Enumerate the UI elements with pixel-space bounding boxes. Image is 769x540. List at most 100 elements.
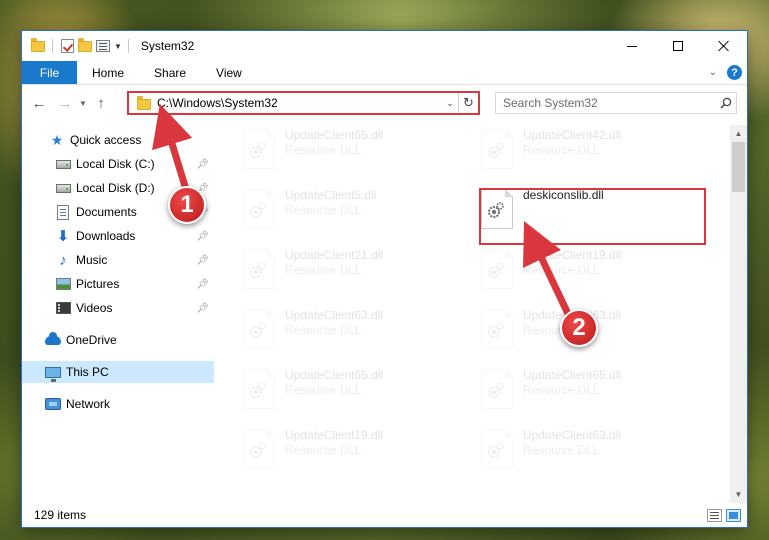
view-options-icon[interactable] bbox=[95, 38, 111, 54]
details-view-icon[interactable] bbox=[707, 509, 722, 522]
search-icon[interactable] bbox=[716, 97, 736, 109]
file-name: UpdateClient63.dll bbox=[285, 308, 384, 322]
file-type: Resource DLL bbox=[523, 383, 600, 397]
file-item[interactable]: UpdateClient63.dllResource DLL bbox=[214, 305, 444, 355]
file-item[interactable]: UpdateClient5.dll Resource DLL bbox=[214, 185, 444, 235]
scroll-thumb[interactable] bbox=[732, 142, 745, 192]
sidebar-item-label: OneDrive bbox=[66, 333, 117, 347]
sidebar-item-label: Quick access bbox=[70, 133, 142, 147]
address-dropdown-icon[interactable]: ⌄ bbox=[442, 98, 458, 109]
address-path[interactable]: C:\Windows\System32 bbox=[157, 96, 442, 110]
tab-view[interactable]: View bbox=[201, 61, 257, 84]
star-icon: ★ bbox=[50, 131, 64, 148]
expand-ribbon-chevron-icon[interactable]: ⌄ bbox=[709, 67, 717, 78]
toolbar-divider bbox=[52, 39, 53, 53]
sidebar-item-downloads[interactable]: ⬇ Downloads 📌︎ bbox=[22, 225, 214, 247]
minimize-button[interactable] bbox=[609, 31, 655, 61]
file-type: Resource DLL bbox=[523, 443, 600, 457]
dll-file-icon bbox=[243, 369, 275, 409]
file-name: UpdateClient21.dll bbox=[285, 248, 384, 262]
file-item[interactable]: UpdateClient19.dll Resource DLL bbox=[452, 245, 682, 295]
view-toggle bbox=[707, 509, 741, 522]
scroll-down-icon[interactable]: ▼ bbox=[730, 486, 747, 503]
sidebar-item-local-disk-c[interactable]: Local Disk (C:) 📌︎ bbox=[22, 153, 214, 175]
close-button[interactable] bbox=[701, 31, 747, 61]
help-icon[interactable]: ? bbox=[727, 65, 742, 80]
tab-file[interactable]: File bbox=[22, 61, 77, 84]
forward-button[interactable]: → bbox=[54, 92, 76, 114]
sidebar-item-label: Downloads bbox=[76, 229, 136, 243]
back-button[interactable]: ← bbox=[28, 92, 50, 114]
sidebar-item-this-pc[interactable]: This PC bbox=[22, 361, 214, 383]
file-highlight-box bbox=[479, 188, 706, 245]
step-1-badge: 1 bbox=[168, 186, 206, 224]
address-bar[interactable]: C:\Windows\System32 ⌄ ↻ bbox=[127, 91, 480, 115]
new-folder-icon[interactable] bbox=[77, 37, 93, 54]
maximize-button[interactable] bbox=[655, 31, 701, 61]
file-item[interactable]: UpdateClient65.dll Resource DLL bbox=[214, 125, 444, 175]
drive-icon bbox=[54, 156, 72, 172]
sidebar-item-label: Music bbox=[76, 253, 108, 267]
up-button[interactable]: ↑ bbox=[90, 92, 112, 114]
dll-file-icon bbox=[481, 309, 513, 349]
dll-file-icon bbox=[243, 129, 275, 169]
recent-locations-caret[interactable]: ▼ bbox=[76, 99, 90, 108]
pin-icon[interactable]: 📌︎ bbox=[196, 159, 209, 170]
sidebar-item-network[interactable]: Network bbox=[22, 393, 214, 415]
title-bar: ▼ System32 bbox=[22, 31, 747, 61]
dll-file-icon bbox=[481, 369, 513, 409]
pin-icon[interactable]: 📌︎ bbox=[196, 231, 209, 242]
dll-file-icon bbox=[243, 309, 275, 349]
file-type: Resource DLL bbox=[285, 443, 362, 457]
documents-icon bbox=[54, 204, 72, 220]
file-item[interactable]: UpdateClient65.dll Resource DLL bbox=[452, 365, 682, 415]
window-title: System32 bbox=[140, 39, 195, 53]
tab-share[interactable]: Share bbox=[139, 61, 201, 84]
sidebar-item-videos[interactable]: Videos 📌︎ bbox=[22, 297, 214, 319]
status-bar: 129 items bbox=[22, 503, 747, 527]
properties-check-icon[interactable] bbox=[59, 38, 75, 54]
search-box[interactable] bbox=[495, 92, 737, 114]
pin-icon[interactable]: 📌︎ bbox=[196, 279, 209, 290]
file-item[interactable]: UpdateClient42.dll Resource DLL bbox=[452, 125, 682, 175]
file-type: Resource DLL bbox=[285, 323, 362, 337]
sidebar-item-onedrive[interactable]: OneDrive bbox=[22, 329, 214, 351]
file-list: UpdateClient65.dll Resource DLL UpdateCli… bbox=[214, 125, 732, 503]
music-note-icon: ♪ bbox=[59, 251, 67, 269]
scroll-up-icon[interactable]: ▲ bbox=[730, 125, 747, 142]
close-icon bbox=[718, 40, 730, 52]
file-item[interactable]: UpdateClient63.dllResource DLL bbox=[452, 425, 682, 475]
ribbon-right-controls: ⌄ ? bbox=[709, 61, 747, 84]
customize-toolbar-caret-icon[interactable]: ▼ bbox=[114, 42, 122, 51]
tab-home[interactable]: Home bbox=[77, 61, 139, 84]
refresh-button[interactable]: ↻ bbox=[458, 93, 478, 113]
file-name: UpdateClient65.dll bbox=[523, 368, 622, 382]
dll-file-icon bbox=[243, 429, 275, 469]
maximize-icon bbox=[673, 41, 683, 51]
sidebar-item-quick-access[interactable]: ★ Quick access bbox=[22, 129, 214, 151]
sidebar-item-pictures[interactable]: Pictures 📌︎ bbox=[22, 273, 214, 295]
sidebar-item-label: Local Disk (C:) bbox=[76, 157, 155, 171]
file-name: UpdateClient19.dll bbox=[523, 248, 622, 262]
file-name: UpdateClient65.dll bbox=[285, 368, 384, 382]
file-item[interactable]: UpdateClient21.dll Resource DLL bbox=[214, 245, 444, 295]
computer-icon bbox=[44, 364, 62, 382]
sidebar-item-label: Documents bbox=[76, 205, 137, 219]
pin-icon[interactable]: 📌︎ bbox=[196, 303, 209, 314]
sidebar-item-music[interactable]: ♪ Music 📌︎ bbox=[22, 249, 214, 271]
pin-icon[interactable]: 📌︎ bbox=[196, 255, 209, 266]
file-type: Resource DLL bbox=[523, 263, 600, 277]
folder-icon[interactable] bbox=[30, 37, 46, 54]
file-name: UpdateClient5.dll bbox=[285, 188, 377, 202]
file-name: UpdateClient65.dll bbox=[285, 128, 384, 142]
file-name: UpdateClient19.dll bbox=[285, 428, 384, 442]
ribbon-tabs: File Home Share View ⌄ ? bbox=[22, 61, 747, 85]
file-item[interactable]: UpdateClient65.dll Resource DLL bbox=[214, 365, 444, 415]
search-input[interactable] bbox=[496, 96, 716, 110]
dll-file-icon bbox=[481, 129, 513, 169]
vertical-scrollbar[interactable]: ▲ ▼ bbox=[730, 125, 747, 503]
navigation-pane: ★ Quick access Local Disk (C:) 📌︎ Local … bbox=[22, 125, 214, 503]
sidebar-item-label: This PC bbox=[66, 365, 109, 379]
file-item[interactable]: UpdateClient19.dll Resource DLL bbox=[214, 425, 444, 475]
large-icons-view-icon[interactable] bbox=[726, 509, 741, 522]
